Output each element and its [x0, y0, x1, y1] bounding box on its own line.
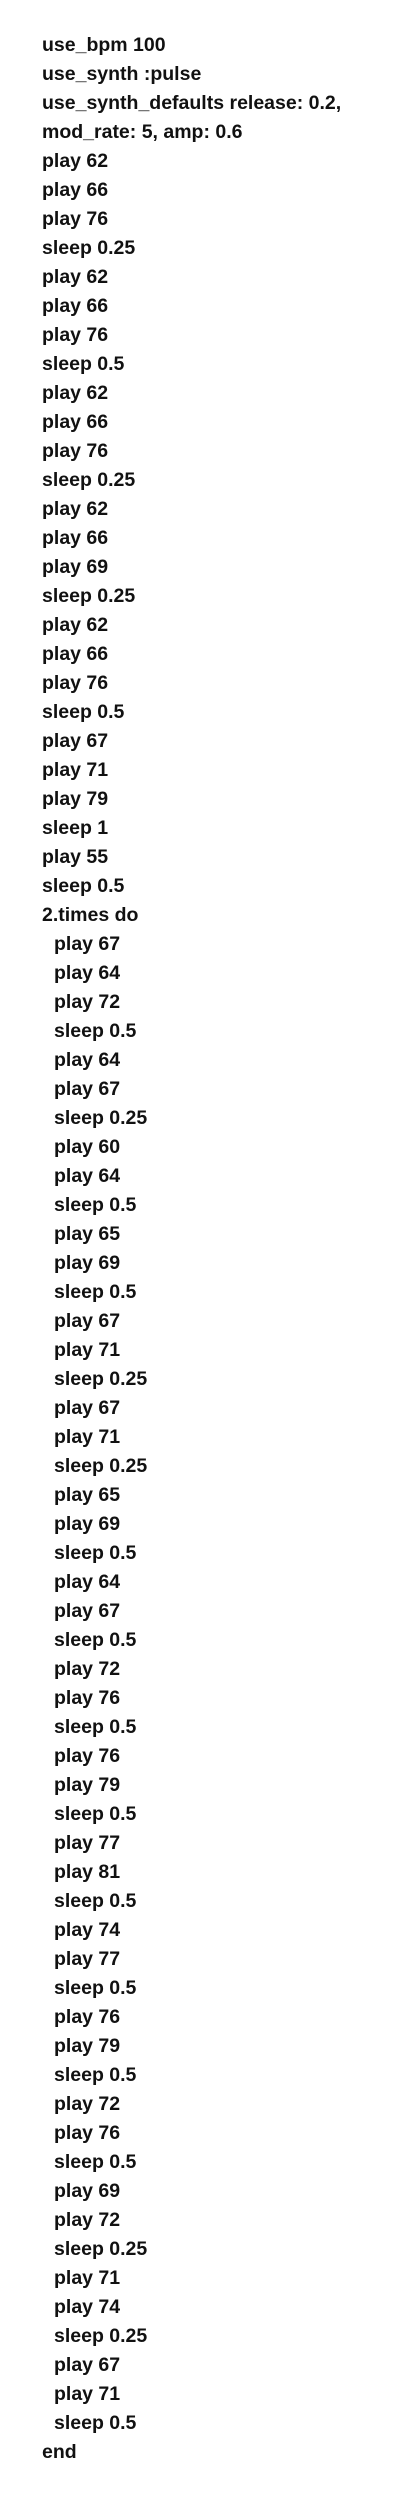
code-line: play 76 — [54, 2122, 121, 2144]
code-line: play 71 — [54, 2383, 121, 2405]
code-line: sleep 0.5 — [54, 1890, 137, 1912]
code-line: sleep 0.5 — [54, 1542, 137, 1564]
code-line: sleep 0.25 — [54, 1107, 148, 1129]
code-line: use_synth :pulse — [42, 63, 202, 85]
code-line: play 72 — [54, 2093, 121, 2115]
code-line: use_bpm 100 — [42, 34, 166, 56]
code-line: play 66 — [42, 295, 109, 317]
code-line: sleep 0.5 — [54, 2412, 137, 2434]
code-line: play 76 — [42, 672, 109, 694]
code-line: play 60 — [54, 1136, 121, 1158]
code-line: play 76 — [54, 1687, 121, 1709]
code-line: use_synth_defaults release: 0.2, — [42, 92, 342, 114]
code-line: play 64 — [54, 1571, 121, 1593]
code-line: play 67 — [54, 1078, 121, 1100]
code-line: play 76 — [42, 324, 109, 346]
code-line: play 62 — [42, 498, 109, 520]
code-line: sleep 0.25 — [42, 585, 136, 607]
code-line: play 64 — [54, 1049, 121, 1071]
code-line: play 74 — [54, 1919, 121, 1941]
code-line: play 66 — [42, 643, 109, 665]
code-line: play 79 — [54, 1774, 121, 1796]
code-line: sleep 0.5 — [54, 1629, 137, 1651]
code-line: play 71 — [42, 759, 109, 781]
code-line: sleep 0.25 — [54, 2325, 148, 2347]
code-line: play 79 — [42, 788, 109, 810]
code-line: play 66 — [42, 411, 109, 433]
code-line: sleep 0.5 — [54, 1281, 137, 1303]
code-line: sleep 0.5 — [54, 2064, 137, 2086]
code-line: play 76 — [42, 208, 109, 230]
code-line: play 66 — [42, 527, 109, 549]
code-line: play 79 — [54, 2035, 121, 2057]
code-line: sleep 1 — [42, 817, 109, 839]
code-line: play 72 — [54, 2209, 121, 2231]
code-line: play 64 — [54, 962, 121, 984]
code-line: end — [42, 2441, 77, 2463]
code-line: sleep 0.5 — [42, 875, 125, 897]
code-line: sleep 0.25 — [42, 237, 136, 259]
code-line: play 67 — [42, 730, 109, 752]
code-line: sleep 0.5 — [42, 353, 125, 375]
code-line: play 71 — [54, 2267, 121, 2289]
code-line: play 69 — [54, 1513, 121, 1535]
code-line: play 69 — [42, 556, 109, 578]
code-line: play 69 — [54, 2180, 121, 2202]
code-line: play 71 — [54, 1339, 121, 1361]
code-line: play 72 — [54, 991, 121, 1013]
code-line: play 65 — [54, 1484, 121, 1506]
code-line: play 77 — [54, 1832, 121, 1854]
code-line: sleep 0.5 — [42, 701, 125, 723]
code-listing: use_bpm 100 use_synth :pulse use_synth_def… — [42, 31, 394, 2467]
code-line: sleep 0.25 — [54, 1368, 148, 1390]
code-line: sleep 0.5 — [54, 1020, 137, 1042]
code-line: sleep 0.5 — [54, 2151, 137, 2173]
code-line: mod_rate: 5, amp: 0.6 — [42, 121, 243, 143]
code-line: play 72 — [54, 1658, 121, 1680]
code-line: play 64 — [54, 1165, 121, 1187]
code-line: play 67 — [54, 2354, 121, 2376]
code-line: play 76 — [54, 1745, 121, 1767]
code-line: play 62 — [42, 614, 109, 636]
code-line: play 55 — [42, 846, 109, 868]
code-line: 2.times do — [42, 904, 139, 926]
code-line: sleep 0.25 — [42, 469, 136, 491]
code-line: play 67 — [54, 1600, 121, 1622]
code-line: play 67 — [54, 1397, 121, 1419]
code-line: sleep 0.25 — [54, 2238, 148, 2260]
code-line: play 77 — [54, 1948, 121, 1970]
code-line: play 66 — [42, 179, 109, 201]
code-line: play 69 — [54, 1252, 121, 1274]
code-line: sleep 0.5 — [54, 1803, 137, 1825]
code-line: play 71 — [54, 1426, 121, 1448]
code-line: play 62 — [42, 382, 109, 404]
code-line: play 67 — [54, 1310, 121, 1332]
code-line: play 62 — [42, 266, 109, 288]
code-line: sleep 0.5 — [54, 1716, 137, 1738]
code-line: sleep 0.25 — [54, 1455, 148, 1477]
code-line: play 76 — [54, 2006, 121, 2028]
code-line: play 74 — [54, 2296, 121, 2318]
code-line: play 62 — [42, 150, 109, 172]
code-line: sleep 0.5 — [54, 1194, 137, 1216]
code-line: play 81 — [54, 1861, 121, 1883]
code-line: play 76 — [42, 440, 109, 462]
code-line: play 67 — [54, 933, 121, 955]
code-line: play 65 — [54, 1223, 121, 1245]
code-line: sleep 0.5 — [54, 1977, 137, 1999]
